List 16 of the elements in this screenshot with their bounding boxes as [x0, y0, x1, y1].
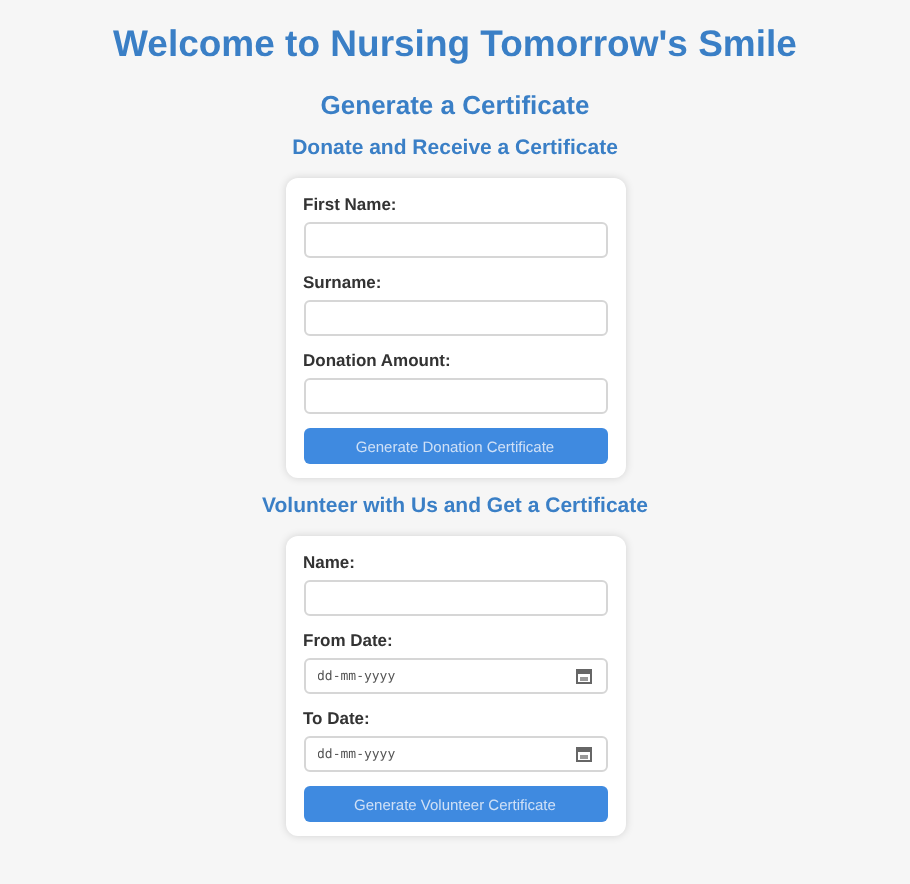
- field-label: To Date:: [303, 708, 372, 728]
- section-heading: Volunteer with Us and Get a Certificate: [262, 494, 648, 518]
- page-subtitle: Generate a Certificate: [320, 90, 590, 120]
- page-title: Welcome to Nursing Tomorrow's Smile: [113, 22, 797, 66]
- field-label: Surname:: [303, 272, 384, 292]
- field-label: From Date:: [303, 630, 395, 650]
- calendar-icon[interactable]: [575, 746, 591, 762]
- section-heading: Donate and Receive a Certificate: [292, 136, 618, 160]
- input-field[interactable]: [303, 300, 607, 336]
- field-label: Donation Amount:: [303, 350, 453, 370]
- field-label: First Name:: [303, 194, 399, 214]
- field-label: Name:: [303, 552, 357, 572]
- input-field[interactable]: [303, 378, 607, 414]
- input-field[interactable]: [303, 222, 607, 258]
- input-field[interactable]: [303, 580, 607, 616]
- calendar-icon[interactable]: [575, 668, 591, 684]
